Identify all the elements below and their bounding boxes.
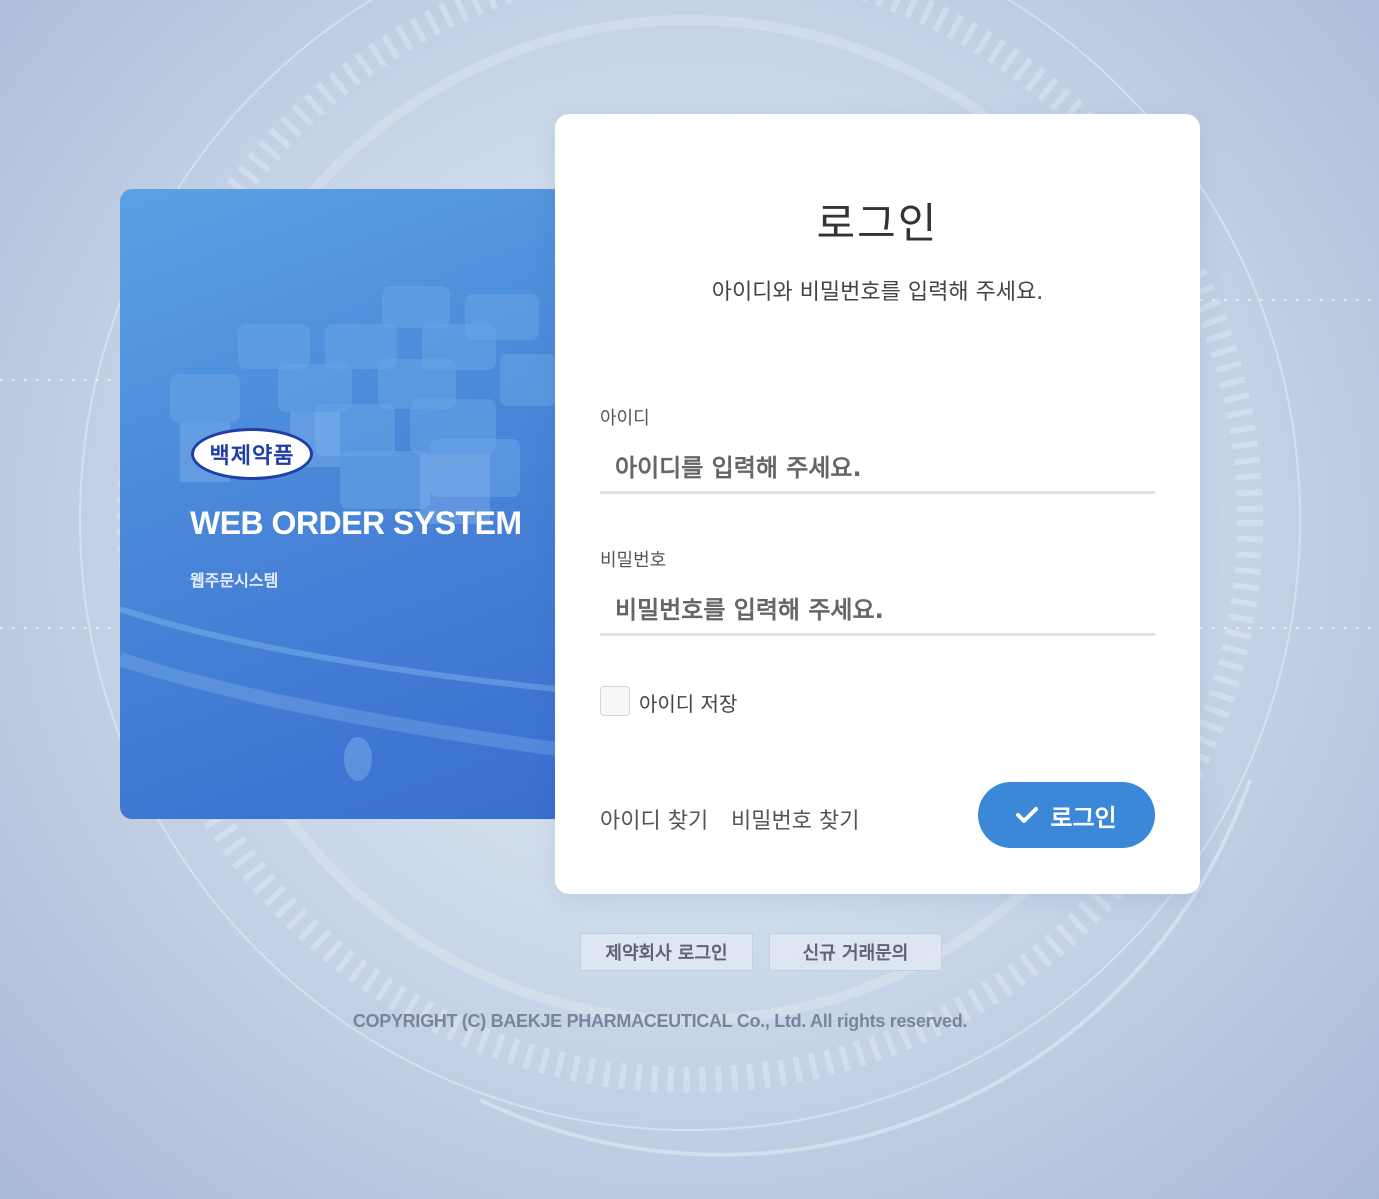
pharma-login-button[interactable]: 제약회사 로그인 bbox=[580, 933, 753, 971]
brand-panel: 백제약품 WEB ORDER SYSTEM 웹주문시스템 bbox=[120, 189, 556, 819]
check-icon bbox=[1016, 807, 1039, 823]
find-password-link[interactable]: 비밀번호 찾기 bbox=[731, 803, 859, 835]
new-inquiry-button[interactable]: 신규 거래문의 bbox=[769, 933, 942, 971]
system-subtitle: 웹주문시스템 bbox=[190, 571, 279, 590]
login-button[interactable]: 로그인 bbox=[978, 782, 1155, 848]
password-input[interactable] bbox=[600, 586, 1155, 636]
system-title: WEB ORDER SYSTEM bbox=[190, 505, 522, 541]
copyright-text: COPYRIGHT (C) BAEKJE PHARMACEUTICAL Co.,… bbox=[352, 1011, 968, 1031]
remember-id-label[interactable]: 아이디 저장 bbox=[639, 688, 737, 717]
find-id-link[interactable]: 아이디 찾기 bbox=[600, 803, 708, 835]
vials-photo bbox=[120, 286, 556, 781]
company-logo: 백제약품 bbox=[191, 428, 313, 480]
logo-text: 백제약품 bbox=[209, 444, 295, 469]
remember-id-checkbox[interactable] bbox=[600, 686, 630, 716]
id-input[interactable] bbox=[600, 444, 1155, 494]
id-label: 아이디 bbox=[600, 408, 650, 429]
login-card: 로그인 아이디와 비밀번호를 입력해 주세요. 아이디 비밀번호 아이디 저장 … bbox=[555, 114, 1200, 894]
login-title: 로그인 bbox=[816, 199, 939, 248]
login-button-label: 로그인 bbox=[1050, 803, 1117, 832]
password-label: 비밀번호 bbox=[600, 550, 667, 571]
login-subtitle: 아이디와 비밀번호를 입력해 주세요. bbox=[711, 280, 1044, 305]
